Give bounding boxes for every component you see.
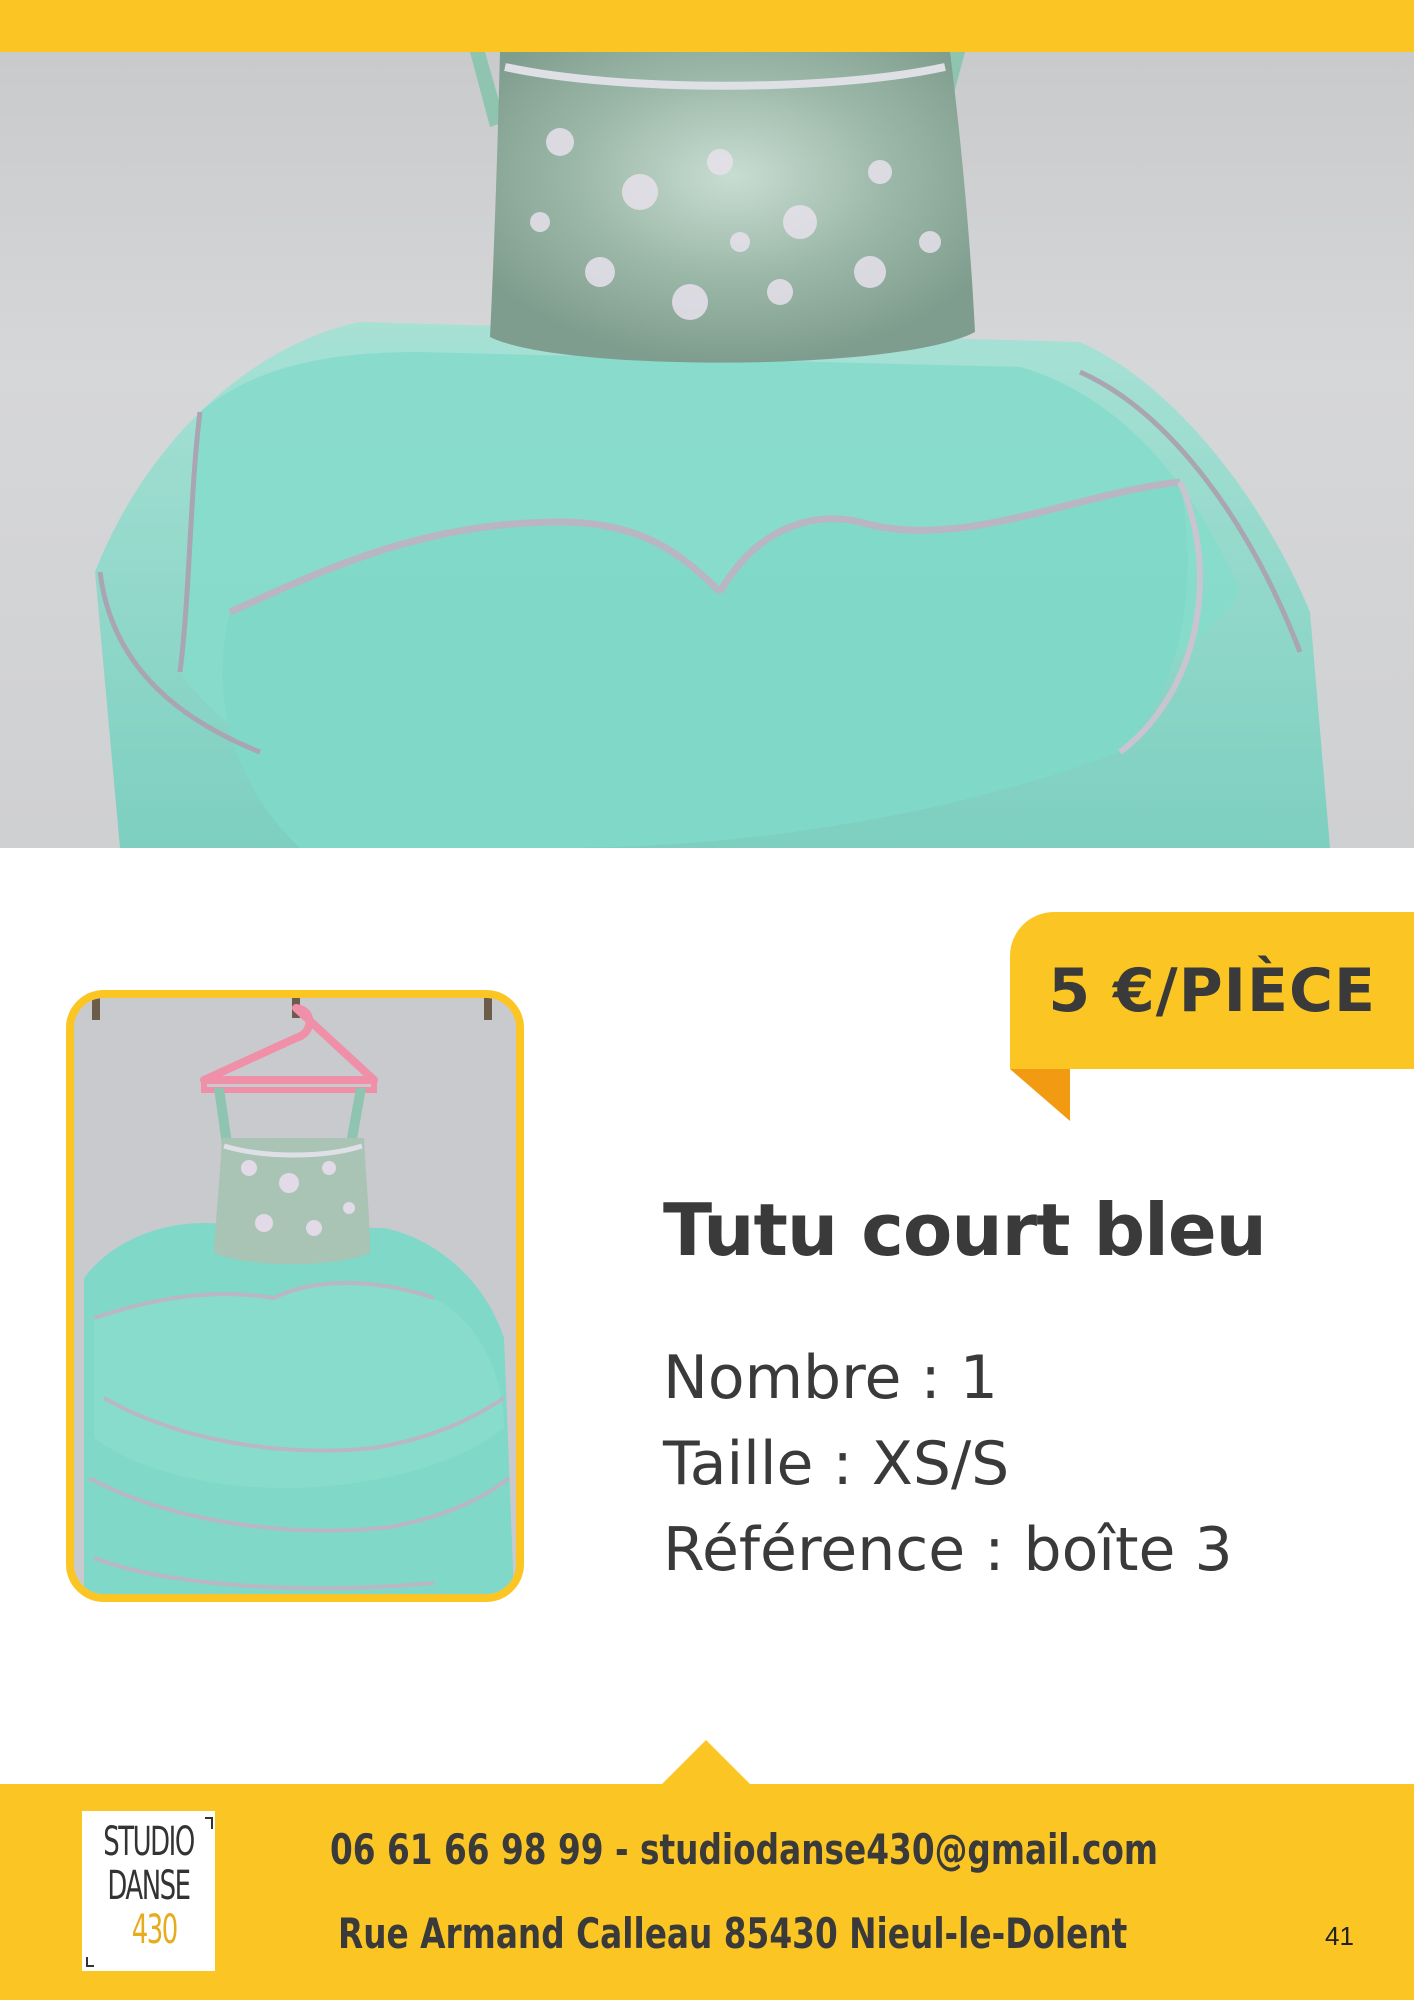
page-number: 41 [1325,1921,1354,1951]
footer-notch [661,1740,751,1785]
top-color-band [0,0,1414,52]
price-tag-fold [1010,1069,1070,1121]
logo-line-danse: DANSE [107,1863,191,1909]
logo-corner-mark [205,1817,213,1829]
price-tag: 5 €/PIÈCE [1010,912,1414,1069]
logo-line-number: 430 [131,1907,179,1953]
address-line: Rue Armand Calleau 85430 Nieul-le-Dolent [338,1909,1128,1958]
spec-quantity: Nombre : 1 [663,1343,998,1413]
logo-corner-mark-bottom [86,1957,94,1967]
price-label: 5 €/PIÈCE [1048,955,1376,1026]
product-title: Tutu court bleu [663,1188,1267,1272]
thumbnail-photo [66,990,524,1602]
studio-logo: STUDIO DANSE 430 [82,1811,215,1971]
hero-photo [0,52,1414,848]
spec-reference: Référence : boîte 3 [663,1515,1233,1585]
product-specs: Nombre : 1 Taille : XS/S Référence : boî… [663,1335,1233,1593]
logo-line-studio: STUDIO [103,1819,195,1865]
tutu-photo-icon [95,52,1330,848]
contact-line: 06 61 66 98 99 - studiodanse430@gmail.co… [330,1825,1159,1874]
spec-size: Taille : XS/S [663,1429,1010,1499]
tutu-hanger-photo-icon [74,998,516,1594]
